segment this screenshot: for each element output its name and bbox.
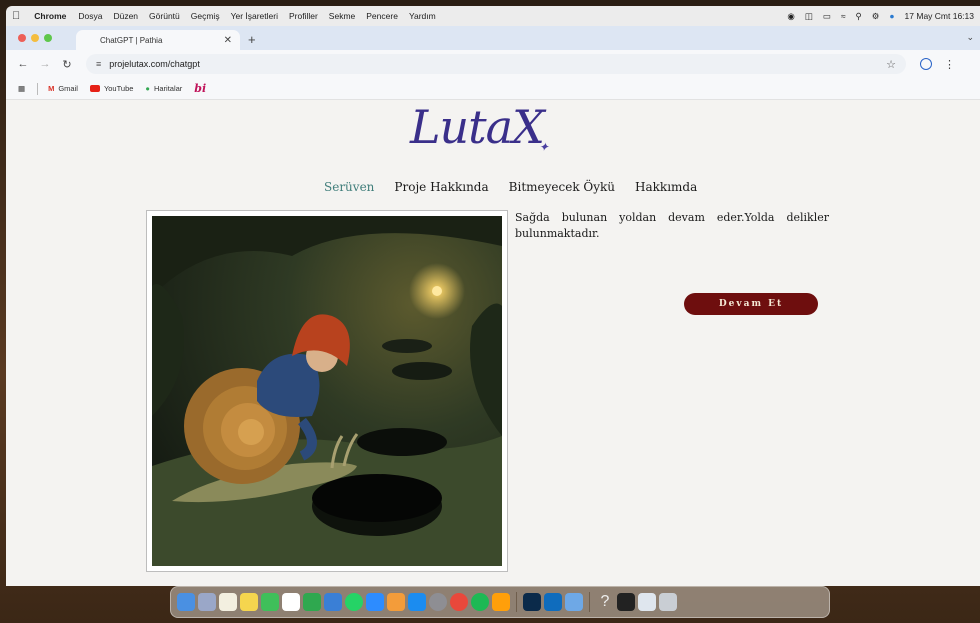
menu-item-duzen[interactable]: Düzen [113,11,138,21]
nav-hakkimda[interactable]: Hakkımda [635,180,697,194]
whatsapp-icon[interactable] [345,593,363,611]
status-icons: ◉ ◫ ▭ ≈ ⚲ ⚙ ● 17 May Cmt 16:13 [787,11,974,22]
keynote-icon[interactable] [324,593,342,611]
photoshop-icon[interactable] [523,593,541,611]
apps-grid-icon[interactable]: ▦ [18,84,25,93]
screen-record-icon[interactable]: ◉ [787,11,794,22]
wifi-icon[interactable]: ≈ [841,11,846,21]
address-bar[interactable]: ≡ projelutax.com/chatgpt ☆ [86,54,906,74]
logo-text: LutaX [410,100,545,154]
bookmark-bi[interactable]: bi [194,82,206,95]
new-tab-button[interactable]: + [248,32,256,47]
launchpad-icon[interactable] [198,593,216,611]
numbers-icon[interactable] [303,593,321,611]
chrome-icon[interactable] [450,593,468,611]
menu-app-name[interactable]: Chrome [34,11,66,21]
bookmark-label: YouTube [103,84,134,93]
continue-button[interactable]: Devam Et [684,293,818,315]
close-tab-icon[interactable]: ✕ [224,35,232,46]
forward-button[interactable]: → [36,58,54,70]
bookmark-star-icon[interactable]: ☆ [886,58,896,71]
help-icon[interactable]: ? [596,593,614,611]
macos-menu-bar:  Chrome Dosya Düzen Görüntü Geçmiş Yer … [6,6,980,26]
bookmark-youtube[interactable]: YouTube [89,84,134,93]
control-center-icon[interactable]: ⚙ [872,11,880,22]
macos-dock: ? [170,586,830,618]
menu-clock[interactable]: 17 May Cmt 16:13 [905,11,974,21]
bookmarks-divider [37,82,39,95]
preview-icon[interactable] [565,593,583,611]
menu-item-pencere[interactable]: Pencere [366,11,398,21]
dock-divider [589,592,590,612]
apple-menu-icon[interactable]:  [12,10,20,22]
nav-seruven[interactable]: Serüven [324,180,374,194]
outlook-icon[interactable] [544,593,562,611]
profile-icon[interactable] [920,58,932,70]
cave-snail-illustration [152,216,502,566]
site-logo[interactable]: LutaX ✦ [410,100,549,154]
menu-item-profiller[interactable]: Profiller [289,11,318,21]
url-text: projelutax.com/chatgpt [109,59,200,69]
bookmark-label: Gmail [58,84,78,93]
zoom-window-button[interactable] [44,34,52,42]
site-settings-icon[interactable]: ≡ [96,59,101,69]
notes-icon[interactable] [219,593,237,611]
tab-search-chevron-icon[interactable]: ⌄ [966,32,974,43]
gmail-icon: M [48,84,55,93]
activity-monitor-icon[interactable] [617,593,635,611]
siri-icon[interactable]: ● [889,11,894,21]
menu-item-sekme[interactable]: Sekme [329,11,355,21]
maps-pin-icon: ● [145,84,150,93]
display-icon[interactable]: ◫ [805,11,813,22]
back-button[interactable]: ← [14,58,32,70]
spotify-icon[interactable] [471,593,489,611]
pages-icon[interactable] [387,593,405,611]
tab-bar: ChatGPT | Pathia ✕ + ⌄ [6,26,980,50]
nav-bitmeyecek-oyku[interactable]: Bitmeyecek Öykü [509,180,615,194]
screenshot-icon[interactable] [638,593,656,611]
chrome-menu-icon[interactable]: ⋮ [944,58,955,71]
menu-item-yer-isaretleri[interactable]: Yer İşaretleri [231,11,278,21]
close-window-button[interactable] [18,34,26,42]
tab-chatgpt-pathia[interactable]: ChatGPT | Pathia ✕ [76,30,240,50]
battery-icon[interactable]: ▭ [823,11,831,22]
bookmark-label: Haritalar [153,84,183,93]
sparkle-icon: ✦ [538,140,549,154]
story-text: Sağda bulunan yoldan devam eder.Yolda de… [515,211,829,240]
browser-toolbar: ← → ↻ ≡ projelutax.com/chatgpt ☆ ⋮ [6,50,980,78]
spotlight-search-icon[interactable]: ⚲ [856,11,862,22]
menu-item-gecmis[interactable]: Geçmiş [191,11,220,21]
stickies-icon[interactable] [240,593,258,611]
page-content: LutaX ✦ Serüven Proje Hakkında Bitmeyece… [6,100,980,586]
tab-title: ChatGPT | Pathia [100,35,163,45]
books-icon[interactable] [492,593,510,611]
trash-icon[interactable] [659,593,677,611]
youtube-icon [89,85,100,92]
minimize-window-button[interactable] [31,34,39,42]
facetime-icon[interactable] [261,593,279,611]
chrome-window: ChatGPT | Pathia ✕ + ⌄ ← → ↻ ≡ projeluta… [6,26,980,586]
site-navigation: Serüven Proje Hakkında Bitmeyecek Öykü H… [324,180,697,194]
calendar-icon[interactable] [282,593,300,611]
bookmarks-bar: ▦ M Gmail YouTube ● Haritalar bi [6,78,980,100]
bookmark-gmail[interactable]: M Gmail [48,84,78,93]
reload-button[interactable]: ↻ [58,58,76,71]
finder-icon[interactable] [177,593,195,611]
app-store-icon[interactable] [408,593,426,611]
dock-divider [516,592,517,612]
story-illustration [146,210,508,572]
menu-item-yardim[interactable]: Yardım [409,11,436,21]
settings-icon[interactable] [429,593,447,611]
bookmark-haritalar[interactable]: ● Haritalar [145,84,182,93]
nav-proje-hakkinda[interactable]: Proje Hakkında [394,180,488,194]
window-controls [18,34,52,42]
menu-item-dosya[interactable]: Dosya [78,11,102,21]
menu-item-goruntu[interactable]: Görüntü [149,11,180,21]
zoom-icon[interactable] [366,593,384,611]
